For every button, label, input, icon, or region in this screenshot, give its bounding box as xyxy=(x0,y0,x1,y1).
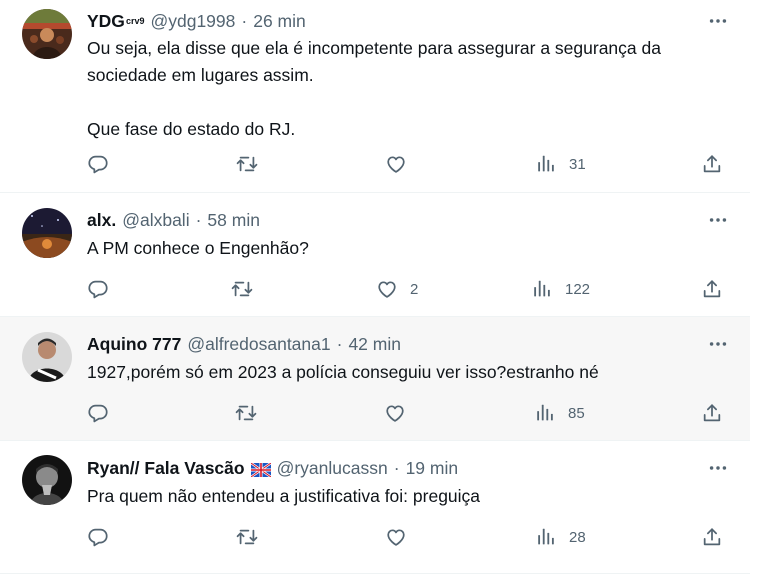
tweet-text: 1927,porém só em 2023 a polícia consegui… xyxy=(87,362,599,382)
display-name[interactable]: YDG xyxy=(87,11,125,32)
view-count: 85 xyxy=(568,404,585,422)
handle[interactable]: @ydg1998 xyxy=(150,11,235,32)
tweet[interactable]: Ryan// Fala Vascão @ryanlucassn · 19 min… xyxy=(0,441,750,574)
retweet-arrows-icon xyxy=(236,526,258,548)
flag-emoji-icon xyxy=(249,461,272,478)
like-button[interactable] xyxy=(385,525,419,549)
share-upload-icon xyxy=(701,526,723,548)
tweet[interactable]: YDG crv9 @ydg1998 · 26 min Ou seja, ela d… xyxy=(0,0,750,193)
like-button[interactable]: 2 xyxy=(376,277,418,301)
reply-bubble-icon xyxy=(87,526,109,548)
retweet-arrows-icon xyxy=(235,402,257,424)
avatar[interactable] xyxy=(22,208,72,258)
display-name[interactable]: alx. xyxy=(87,210,116,231)
tweet[interactable]: alx. @alxbali · 58 min A PM conhece o En… xyxy=(0,193,750,317)
share-button[interactable] xyxy=(701,401,723,425)
avatar[interactable] xyxy=(22,332,72,382)
tweet[interactable]: Aquino 777 @alfredosantana1 · 42 min 192… xyxy=(0,317,750,441)
views-button[interactable]: 122 xyxy=(531,277,590,301)
like-button[interactable] xyxy=(384,401,418,425)
timestamp[interactable]: 58 min xyxy=(207,210,260,231)
reply-button[interactable] xyxy=(87,152,121,176)
like-button[interactable] xyxy=(385,152,419,176)
tweet-header: Aquino 777 @alfredosantana1 · 42 min xyxy=(87,332,401,356)
tweet-header: Ryan// Fala Vascão @ryanlucassn · 19 min xyxy=(87,456,458,480)
display-name[interactable]: Aquino 777 xyxy=(87,334,181,355)
share-button[interactable] xyxy=(701,152,723,176)
retweet-button[interactable] xyxy=(231,277,265,301)
views-button[interactable]: 28 xyxy=(535,525,586,549)
more-dots-icon[interactable] xyxy=(706,9,730,33)
more-dots-icon[interactable] xyxy=(706,208,730,232)
tweet-text: Ou seja, ela disse que ela é incompetent… xyxy=(87,38,661,139)
view-count: 31 xyxy=(569,155,586,173)
retweet-arrows-icon xyxy=(231,278,253,300)
tweet-actions: 2 122 xyxy=(0,277,750,301)
display-name[interactable]: Ryan// Fala Vascão xyxy=(87,458,245,479)
tweet-header: YDG crv9 @ydg1998 · 26 min xyxy=(87,9,306,33)
view-count: 28 xyxy=(569,528,586,546)
separator-dot: · xyxy=(195,209,202,230)
views-button[interactable]: 85 xyxy=(534,401,585,425)
reply-bubble-icon xyxy=(87,153,109,175)
handle[interactable]: @alfredosantana1 xyxy=(187,334,330,355)
tweet-actions: 85 xyxy=(0,401,750,425)
heart-icon xyxy=(384,402,406,424)
timestamp[interactable]: 19 min xyxy=(406,458,459,479)
handle[interactable]: @alxbali xyxy=(122,210,189,231)
display-name-suffix: crv9 xyxy=(125,16,145,26)
bar-chart-icon xyxy=(535,153,557,175)
separator-dot: · xyxy=(241,10,248,31)
tweet-text: Pra quem não entendeu a justificativa fo… xyxy=(87,486,481,506)
tweet-header: alx. @alxbali · 58 min xyxy=(87,208,260,232)
tweet-text: A PM conhece o Engenhão? xyxy=(87,238,309,258)
bar-chart-icon xyxy=(531,278,553,300)
share-button[interactable] xyxy=(701,277,723,301)
tweet-feed: YDG crv9 @ydg1998 · 26 min Ou seja, ela d… xyxy=(0,0,750,574)
separator-dot: · xyxy=(336,333,343,354)
tweet-actions: 28 xyxy=(0,525,750,549)
retweet-button[interactable] xyxy=(236,152,270,176)
retweet-button[interactable] xyxy=(236,525,270,549)
reply-button[interactable] xyxy=(87,525,121,549)
bar-chart-icon xyxy=(535,526,557,548)
heart-icon xyxy=(376,278,398,300)
timestamp[interactable]: 42 min xyxy=(348,334,401,355)
retweet-button[interactable] xyxy=(235,401,269,425)
views-button[interactable]: 31 xyxy=(535,152,586,176)
share-upload-icon xyxy=(701,278,723,300)
avatar[interactable] xyxy=(22,455,72,505)
heart-icon xyxy=(385,153,407,175)
tweet-actions: 31 xyxy=(0,152,750,176)
like-count: 2 xyxy=(410,280,419,298)
timestamp[interactable]: 26 min xyxy=(253,11,306,32)
more-dots-icon[interactable] xyxy=(706,456,730,480)
reply-button[interactable] xyxy=(87,277,121,301)
reply-bubble-icon xyxy=(87,402,109,424)
handle[interactable]: @ryanlucassn xyxy=(277,458,388,479)
bar-chart-icon xyxy=(534,402,556,424)
avatar[interactable] xyxy=(22,9,72,59)
share-upload-icon xyxy=(701,402,723,424)
share-button[interactable] xyxy=(701,525,723,549)
separator-dot: · xyxy=(393,457,400,478)
more-dots-icon[interactable] xyxy=(706,332,730,356)
reply-button[interactable] xyxy=(87,401,121,425)
retweet-arrows-icon xyxy=(236,153,258,175)
heart-icon xyxy=(385,526,407,548)
share-upload-icon xyxy=(701,153,723,175)
reply-bubble-icon xyxy=(87,278,109,300)
view-count: 122 xyxy=(565,280,591,298)
